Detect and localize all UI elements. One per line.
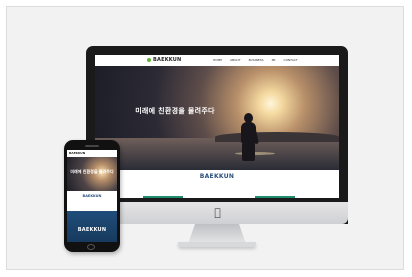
mobile-hero: 미래에 친환경을 물려주다 [67,157,117,191]
hero-banner: 미래에 친환경을 물려주다 [95,66,339,170]
desktop-screen: BAEKKUN HOME ABOUT BUSINESS PR CONTACT 미… [95,55,339,198]
brand-section: BAEKKUN [95,170,339,198]
accent-bar-left [143,196,183,198]
mobile-bottom-banner: BAEKKUN [67,211,117,242]
apple-logo-icon:  [212,207,223,219]
brand-title: BAEKKUN [199,173,235,180]
monitor-foot [178,242,256,247]
phone-speaker [85,145,99,147]
mobile-hero-headline: 미래에 친환경을 물려주다 [70,169,114,174]
accent-bar-right [255,196,295,198]
mobile-brand-title: BAEKKUN [82,194,102,198]
home-button [87,244,95,250]
mobile-screen: BAEKKUN 미래에 친환경을 물려주다 BAEKKUN BAEKKUN [67,150,117,242]
leaf-icon [147,57,151,62]
menu-item-home[interactable]: HOME [213,58,222,62]
sea-image [95,138,339,170]
menu-item-pr[interactable]: PR [272,58,276,62]
mobile-brand-section: BAEKKUN [67,191,117,211]
menu-item-contact[interactable]: CONTACT [283,58,297,62]
child-silhouette [237,113,261,161]
mobile-bottom-text: BAEKKUN [77,227,107,233]
site-menu: HOME ABOUT BUSINESS PR CONTACT [213,58,298,62]
site-logo-text: BAEKKUN [153,57,182,63]
distant-hill [215,132,339,142]
menu-item-about[interactable]: ABOUT [230,58,240,62]
mobile-logo[interactable]: BAEKKUN [69,151,85,155]
monitor-stand [188,224,246,244]
site-logo[interactable]: BAEKKUN [147,57,181,63]
menu-item-business[interactable]: BUSINESS [249,58,264,62]
hero-headline: 미래에 친환경을 물려주다 [135,107,215,115]
